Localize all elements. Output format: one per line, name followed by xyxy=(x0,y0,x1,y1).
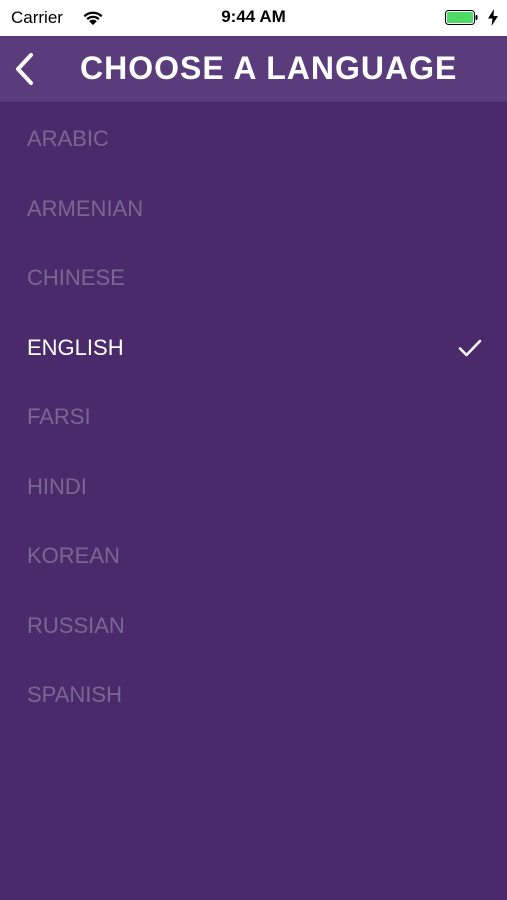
status-time: 9:44 AM xyxy=(221,7,286,26)
language-row-spanish[interactable]: SPANISH xyxy=(0,659,507,729)
status-bar: Carrier 9:44 AM xyxy=(0,0,507,36)
language-label: FARSI xyxy=(27,404,91,429)
navigation-bar: CHOOSE A LANGUAGE xyxy=(0,36,507,103)
language-row-english[interactable]: ENGLISH xyxy=(0,312,507,382)
language-list: ARABIC ARMENIAN CHINESE ENGLISH FARSI HI… xyxy=(0,103,507,729)
language-label: CHINESE xyxy=(27,265,125,290)
back-chevron-icon[interactable] xyxy=(12,50,38,88)
language-label: RUSSIAN xyxy=(27,612,125,638)
language-row-armenian[interactable]: ARMENIAN xyxy=(0,173,507,243)
language-row-korean[interactable]: KOREAN xyxy=(0,520,507,590)
language-label: ARABIC xyxy=(27,126,109,151)
language-row-hindi[interactable]: HINDI xyxy=(0,451,507,521)
page-title: CHOOSE A LANGUAGE xyxy=(80,50,458,86)
language-label: ARMENIAN xyxy=(27,195,144,221)
language-row-russian[interactable]: RUSSIAN xyxy=(0,590,507,660)
language-label: SPANISH xyxy=(27,682,122,707)
language-row-farsi[interactable]: FARSI xyxy=(0,381,507,451)
language-row-chinese[interactable]: CHINESE xyxy=(0,242,507,312)
language-label: HINDI xyxy=(27,473,87,499)
language-label: KOREAN xyxy=(27,543,120,568)
language-label: ENGLISH xyxy=(27,334,124,360)
charging-bolt-icon xyxy=(488,9,498,26)
language-row-arabic[interactable]: ARABIC xyxy=(0,103,507,173)
battery-icon xyxy=(445,10,478,25)
checkmark-icon xyxy=(458,339,482,357)
